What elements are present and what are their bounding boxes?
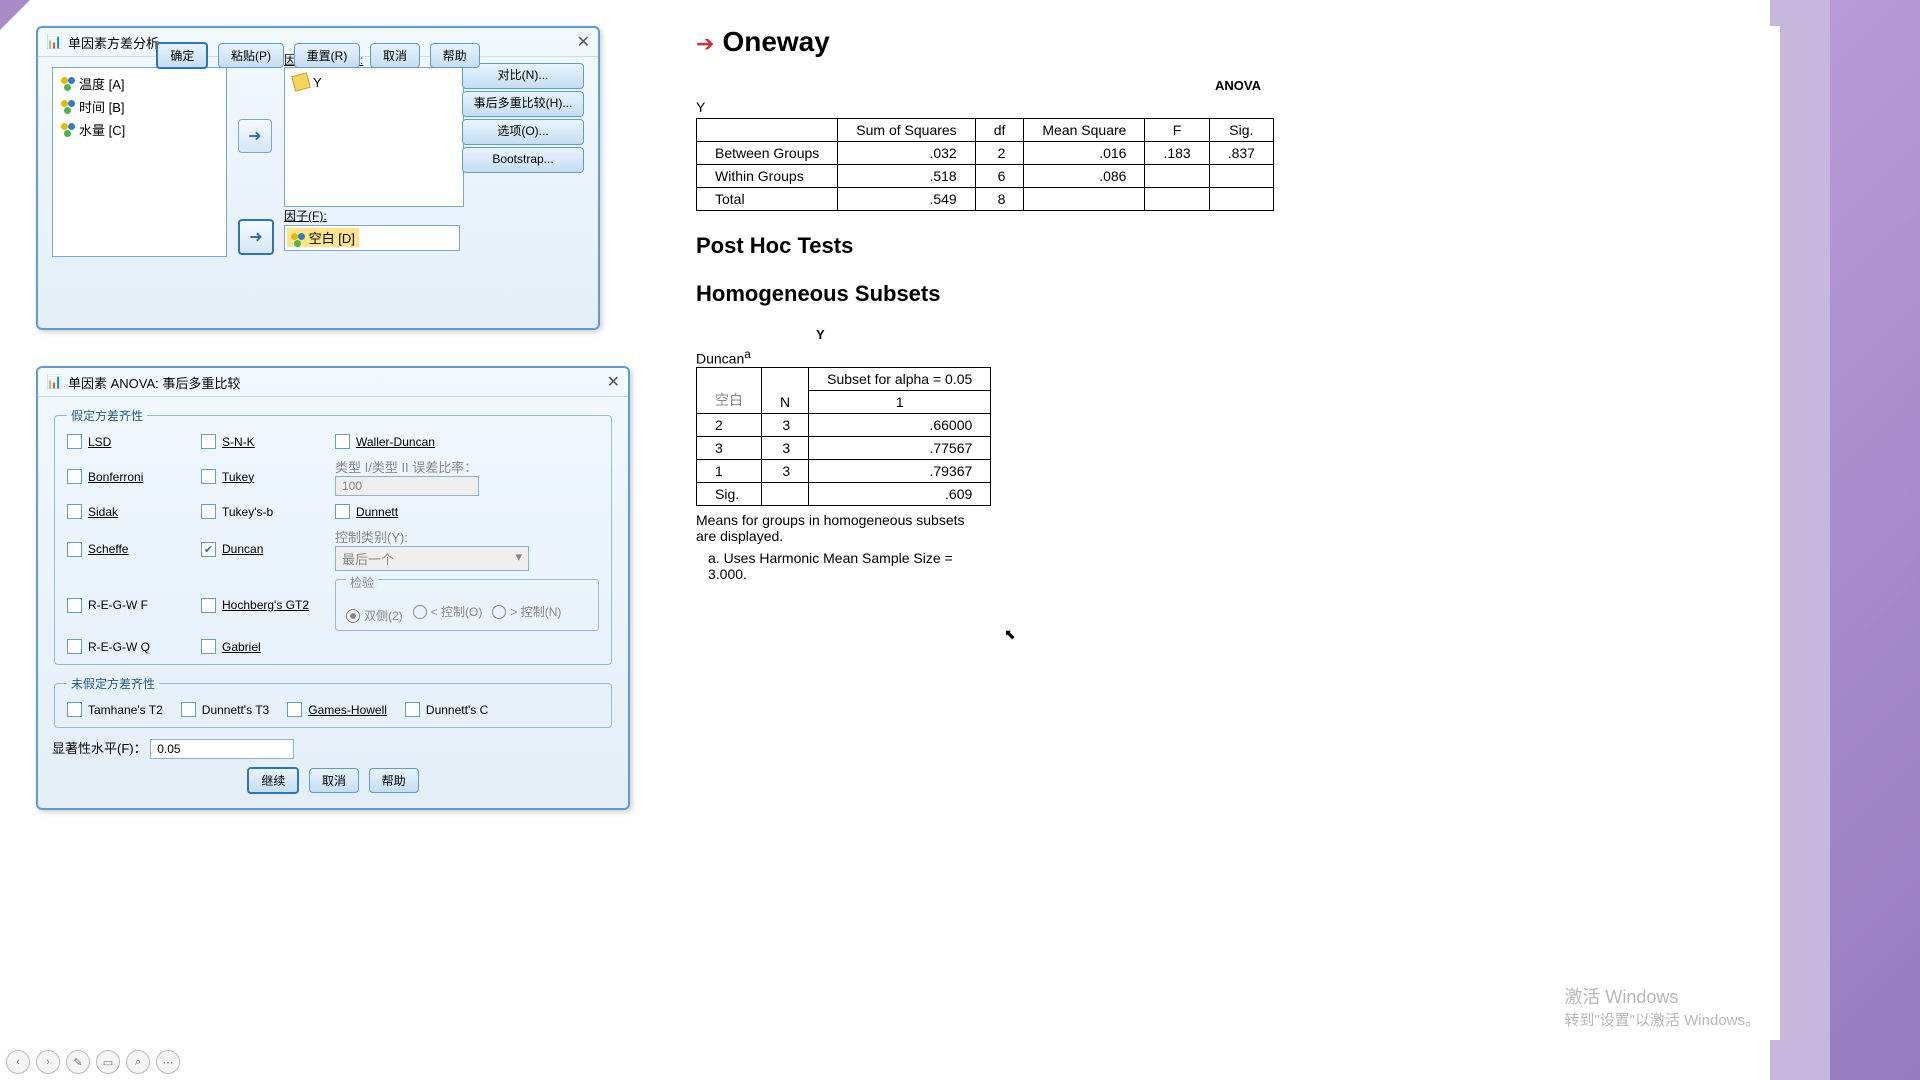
oneway-anova-dialog: 📊 单因素方差分析 ✕ 温度 [A] 时间 [B] 水量 [C] 因变量列表(E… — [36, 26, 600, 330]
bootstrap-button[interactable]: Bootstrap... — [462, 147, 584, 173]
regwq-checkbox[interactable]: R-E-G-W Q — [67, 639, 197, 654]
oneway-heading: Oneway — [722, 26, 829, 57]
unequal-variance-group: 未假定方差齐性 Tamhane's T2 Dunnett's T3 Games-… — [54, 675, 612, 728]
bonferroni-checkbox[interactable]: Bonferroni — [67, 457, 197, 496]
dunnett-c-checkbox[interactable]: Dunnett's C — [405, 702, 488, 717]
options-button[interactable]: 选项(O)... — [462, 119, 584, 145]
error-ratio-input: 100 — [335, 476, 479, 496]
posthoc-dialog: 📊 单因素 ANOVA: 事后多重比较 ✕ 假定方差齐性 LSD S-N-K W… — [36, 366, 630, 810]
control-category-dropdown: 最后一个▾ — [335, 546, 529, 571]
anova-table: Sum of SquaresdfMean SquareFSig. Between… — [696, 118, 1274, 211]
ok-button[interactable]: 确定 — [156, 42, 208, 69]
next-slide-button[interactable]: › — [36, 1050, 60, 1074]
posthoc-heading: Post Hoc Tests — [696, 233, 1780, 259]
duncan-table: 空白NSubset for alpha = 0.05 1 23.66000 33… — [696, 367, 991, 506]
factor-box[interactable]: 空白 [D] — [284, 225, 460, 251]
tukey-checkbox[interactable]: Tukey — [201, 457, 331, 496]
factor-label: 因子(F): — [284, 209, 327, 223]
arrow-icon: ➔ — [696, 31, 714, 56]
duncan-checkbox[interactable]: ✔Duncan — [201, 527, 331, 571]
windows-activation-watermark: 激活 Windows 转到"设置"以激活 Windows。 — [1564, 983, 1760, 1030]
snk-checkbox[interactable]: S-N-K — [201, 434, 331, 449]
cancel-button[interactable]: 取消 — [370, 43, 420, 68]
equal-variance-group: 假定方差齐性 LSD S-N-K Waller-Duncan Bonferron… — [54, 407, 612, 665]
move-to-factor-button[interactable]: ➜ — [238, 219, 274, 255]
dunnett-t3-checkbox[interactable]: Dunnett's T3 — [181, 702, 269, 717]
lsd-checkbox[interactable]: LSD — [67, 434, 197, 449]
homogeneous-subsets-heading: Homogeneous Subsets — [696, 281, 1780, 307]
anova-title: ANOVA — [696, 78, 1780, 93]
regwf-checkbox[interactable]: R-E-G-W F — [67, 579, 197, 631]
tamhane-checkbox[interactable]: Tamhane's T2 — [67, 702, 163, 717]
screen-icon[interactable]: ▭ — [96, 1050, 120, 1074]
continue-button[interactable]: 继续 — [247, 767, 299, 794]
variable-list[interactable]: 温度 [A] 时间 [B] 水量 [C] — [52, 67, 227, 257]
pen-icon[interactable]: ✎ — [66, 1050, 90, 1074]
dunnett-checkbox[interactable]: Dunnett — [335, 504, 599, 519]
posthoc-button[interactable]: 事后多重比较(H)... — [462, 91, 584, 117]
error-ratio-label: 类型 I/类型 II 误差比率： — [335, 460, 477, 475]
list-item: 温度 [A] — [57, 72, 222, 95]
help-button[interactable]: 帮助 — [369, 768, 419, 793]
list-item: 水量 [C] — [57, 118, 222, 141]
move-to-dependent-button[interactable]: ➜ — [238, 119, 272, 153]
sidak-checkbox[interactable]: Sidak — [67, 504, 197, 519]
help-button[interactable]: 帮助 — [430, 43, 480, 68]
paste-button[interactable]: 粘贴(P) — [218, 43, 284, 68]
prev-slide-button[interactable]: ‹ — [6, 1050, 30, 1074]
cancel-button[interactable]: 取消 — [309, 768, 359, 793]
gabriel-checkbox[interactable]: Gabriel — [201, 639, 331, 654]
app-icon: 📊 — [46, 374, 62, 390]
games-howell-checkbox[interactable]: Games-Howell — [287, 702, 387, 717]
hochberg-checkbox[interactable]: Hochberg's GT2 — [201, 579, 331, 631]
zoom-icon[interactable]: ⌕ — [126, 1050, 150, 1074]
test-direction-group: 检验 双侧(2) < 控制(O) > 控制(N) — [335, 579, 599, 631]
waller-checkbox[interactable]: Waller-Duncan — [335, 434, 599, 449]
significance-input[interactable]: 0.05 — [150, 739, 294, 759]
list-item: 时间 [B] — [57, 95, 222, 118]
scale-icon — [291, 72, 311, 92]
cursor-icon: ⬉ — [1004, 626, 1016, 643]
dialog2-title: 单因素 ANOVA: 事后多重比较 — [68, 373, 240, 392]
scheffe-checkbox[interactable]: Scheffe — [67, 527, 197, 571]
tukeysb-checkbox[interactable]: Tukey's-b — [201, 504, 331, 519]
control-category-label: 控制类别(Y): — [335, 530, 408, 545]
dependent-list[interactable]: Y — [284, 67, 464, 207]
reset-button[interactable]: 重置(R) — [294, 43, 361, 68]
more-icon[interactable]: ⋯ — [156, 1050, 180, 1074]
slide-nav: ‹ › ✎ ▭ ⌕ ⋯ — [6, 1050, 180, 1074]
spss-output: ➔Oneway ANOVA Y Sum of SquaresdfMean Squ… — [656, 26, 1780, 1040]
close-icon[interactable]: ✕ — [607, 372, 620, 392]
significance-label: 显著性水平(F)： — [52, 741, 147, 756]
